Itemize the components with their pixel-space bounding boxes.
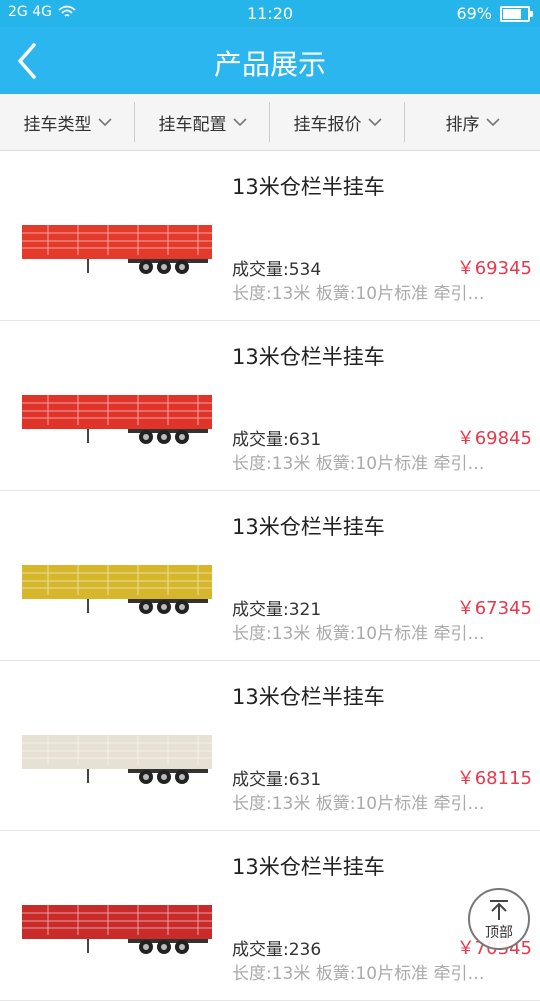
filter-trailer-config[interactable]: 挂车配置 <box>135 94 270 150</box>
filter-trailer-type[interactable]: 挂车类型 <box>0 94 135 150</box>
product-name: 13米仓栏半挂车 <box>232 855 385 879</box>
trailer-image <box>22 735 212 784</box>
product-spec: 长度:13米 板簧:10片标准 牵引… <box>232 284 485 304</box>
status-bar: 2G 4G 11:20 69% <box>0 0 540 27</box>
product-item[interactable]: 13米仓栏半挂车成交量:321 ￥67345 长度:13米 板簧:10片标准 牵引… <box>0 491 540 661</box>
filter-sort[interactable]: 排序 <box>405 94 540 150</box>
product-price: ￥67345 <box>456 598 532 619</box>
product-item[interactable]: 13米仓栏半挂车成交量:631 ￥68115 长度:13米 板簧:10片标准 牵引… <box>0 661 540 831</box>
product-price: ￥69345 <box>456 258 532 279</box>
filter-bar: 挂车类型 挂车配置 挂车报价 排序 <box>0 94 540 151</box>
back-to-top-label: 顶部 <box>485 925 513 941</box>
product-price: ￥69845 <box>456 428 532 449</box>
product-sales: 成交量:534 <box>232 260 322 280</box>
trailer-image <box>22 395 212 444</box>
product-sales: 成交量:321 <box>232 600 322 620</box>
chevron-down-icon <box>367 118 382 127</box>
product-name: 13米仓栏半挂车 <box>232 685 385 709</box>
product-spec: 长度:13米 板簧:10片标准 牵引… <box>232 624 485 644</box>
arrow-up-icon <box>490 900 508 920</box>
product-sales: 成交量:236 <box>232 940 322 960</box>
product-spec: 长度:13米 板簧:10片标准 牵引… <box>232 454 485 474</box>
product-name: 13米仓栏半挂车 <box>232 175 385 199</box>
trailer-image <box>22 565 212 614</box>
product-list: 13米仓栏半挂车 成交量:534 ￥69345 长度:13米 板簧:10片标准 牵引…… <box>0 151 540 1001</box>
chevron-down-icon <box>485 118 500 127</box>
product-spec: 长度:13米 板簧:10片标准 牵引… <box>232 964 485 984</box>
battery-icon <box>500 5 533 22</box>
chevron-down-icon <box>232 118 247 127</box>
product-spec: 长度:13米 板簧:10片标准 牵引… <box>232 794 485 814</box>
product-name: 13米仓栏半挂车 <box>232 345 385 369</box>
back-to-top-button[interactable]: 顶部 <box>468 888 530 950</box>
product-price: ￥68115 <box>456 768 532 789</box>
trailer-image <box>22 905 212 954</box>
product-name: 13米仓栏半挂车 <box>232 515 385 539</box>
product-item[interactable]: 13米仓栏半挂车成交量:236￥70345长度:13米 板簧:10片标准 牵引… <box>0 831 540 1001</box>
product-sales: 成交量:631 <box>232 430 322 450</box>
product-sales: 成交量:631 <box>232 770 322 790</box>
battery-percent: 69% <box>456 4 492 23</box>
app-header: 产品展示 <box>0 27 540 94</box>
chevron-down-icon <box>97 118 112 127</box>
page-title: 产品展示 <box>213 48 326 81</box>
product-item[interactable]: 13米仓栏半挂车成交量:534 ￥69345 长度:13米 板簧:10片标准 牵引… <box>0 151 540 321</box>
trailer-image <box>22 225 212 274</box>
product-item[interactable]: 13米仓栏半挂车成交量:631 ￥69845 长度:13米 板簧:10片标准 牵引… <box>0 321 540 491</box>
filter-trailer-price[interactable]: 挂车报价 <box>270 94 405 150</box>
